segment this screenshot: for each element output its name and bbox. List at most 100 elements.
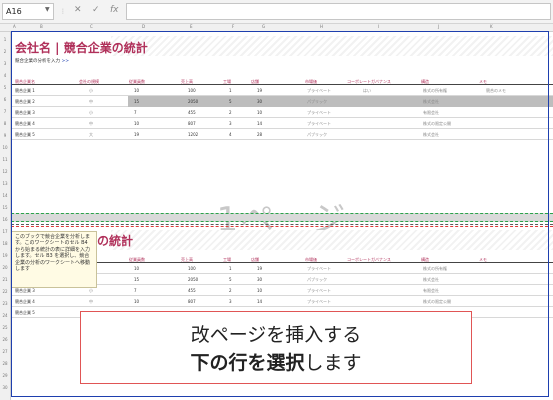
formula-input[interactable] (126, 3, 551, 20)
row-header[interactable]: 4 (0, 73, 10, 78)
table-cell[interactable]: 455 (188, 110, 196, 115)
table-cell[interactable]: 競合企業 2 (15, 99, 35, 105)
subnav-arrow[interactable]: >> (61, 59, 69, 64)
row-header[interactable]: 25 (0, 325, 10, 330)
row-header[interactable]: 14 (0, 193, 10, 198)
table-cell[interactable]: 中 (89, 121, 93, 127)
table-cell[interactable]: 19 (257, 88, 262, 93)
table-cell[interactable]: 3 (229, 121, 232, 126)
table-cell[interactable]: 小 (89, 88, 93, 94)
row-header[interactable]: 24 (0, 313, 10, 318)
page-title-fragment[interactable]: の統計 (97, 232, 133, 249)
row-header[interactable]: 7 (0, 109, 10, 114)
table-cell[interactable]: 10 (257, 288, 262, 293)
table-cell[interactable]: 807 (188, 121, 196, 126)
table-cell[interactable]: はい (363, 88, 371, 94)
table-cell[interactable]: 455 (188, 288, 196, 293)
page-title[interactable]: 会社名 | 競合企業の統計 (15, 39, 148, 56)
table-cell[interactable]: 15 (134, 99, 139, 104)
table-row[interactable]: 競合企業 1 小 10 100 1 19 プライベート はい 株式の所有権 競合… (11, 85, 553, 96)
table-cell[interactable]: 28 (257, 132, 262, 137)
row-header[interactable]: 22 (0, 289, 10, 294)
chevron-down-icon[interactable]: ▼ (45, 6, 50, 13)
table-cell[interactable]: 競合企業 5 (15, 132, 35, 138)
row-header[interactable]: 23 (0, 301, 10, 306)
cancel-icon[interactable]: ✕ (74, 5, 82, 15)
table-cell[interactable]: 株式の所有権 (423, 88, 447, 94)
table-cell[interactable]: 2 (229, 288, 232, 293)
row-header[interactable]: 17 (0, 229, 10, 234)
row-header[interactable]: 10 (0, 145, 10, 150)
table-cell[interactable]: 10 (134, 266, 139, 271)
row-header[interactable]: 19 (0, 253, 10, 258)
fx-icon[interactable]: fx (110, 5, 119, 15)
column-header[interactable]: K (490, 24, 493, 29)
table-cell[interactable]: 1 (229, 88, 232, 93)
table-cell[interactable]: 大 (89, 132, 93, 138)
row-header[interactable]: 28 (0, 361, 10, 366)
table-row[interactable]: 競合企業 3 小 7 455 2 10 プライベート 有限会社 (11, 107, 553, 118)
table-cell[interactable]: 有限会社 (423, 110, 439, 116)
row-header[interactable]: 15 (0, 205, 10, 210)
table-cell[interactable]: 競合企業 4 (15, 121, 35, 127)
column-header[interactable]: C (90, 24, 93, 29)
table-cell[interactable]: 競合企業 3 (15, 288, 35, 294)
table-cell[interactable]: 1 (229, 266, 232, 271)
table-cell[interactable]: 5 (229, 277, 232, 282)
row-header[interactable]: 16 (0, 217, 10, 222)
column-header[interactable]: A (13, 24, 16, 29)
column-header[interactable]: J (438, 24, 439, 29)
row-header[interactable]: 6 (0, 97, 10, 102)
row-header[interactable]: 1 (0, 37, 10, 42)
table-cell[interactable]: 株式会社 (423, 132, 439, 138)
table-cell[interactable]: 株式会社 (423, 99, 439, 105)
table-cell[interactable]: 10 (134, 88, 139, 93)
selected-row[interactable] (11, 213, 553, 222)
confirm-icon[interactable]: ✓ (92, 5, 100, 15)
table-row[interactable]: 競合企業 5 大 19 1202 4 28 パブリック 株式会社 (11, 129, 553, 140)
table-cell[interactable]: 2 (229, 110, 232, 115)
column-header[interactable]: H (320, 24, 323, 29)
row-header[interactable]: 27 (0, 349, 10, 354)
table-cell[interactable]: 株式会社 (423, 277, 439, 283)
row-header[interactable]: 20 (0, 265, 10, 270)
table-cell[interactable]: 2050 (188, 277, 198, 282)
table-cell[interactable]: 小 (89, 288, 93, 294)
row-header[interactable]: 12 (0, 169, 10, 174)
table-cell[interactable]: 7 (134, 288, 137, 293)
table-cell[interactable]: 807 (188, 299, 196, 304)
table-cell[interactable]: プライベート (307, 88, 331, 94)
table-cell[interactable]: 4 (229, 132, 232, 137)
table-cell[interactable]: 1202 (188, 132, 198, 137)
table-cell[interactable]: 競合企業 4 (15, 299, 35, 305)
table-cell[interactable]: プライベート (307, 266, 331, 272)
row-header[interactable]: 11 (0, 157, 10, 162)
table-cell[interactable]: 株式の限定公開 (423, 121, 451, 127)
table-cell[interactable]: 有限会社 (423, 288, 439, 294)
row-header[interactable]: 18 (0, 241, 10, 246)
table-row[interactable]: 競合企業 2 中 15 2050 5 30 パブリック 株式会社 (11, 96, 553, 107)
row-header[interactable]: 2 (0, 49, 10, 54)
table-cell[interactable]: パブリック (307, 132, 327, 138)
table-cell[interactable]: 2050 (188, 99, 198, 104)
table-cell[interactable]: 3 (229, 299, 232, 304)
table-cell[interactable]: 10 (134, 121, 139, 126)
row-header[interactable]: 9 (0, 133, 10, 138)
table-cell[interactable]: 競合企業 5 (15, 310, 35, 316)
table-cell[interactable]: 14 (257, 121, 262, 126)
table-cell[interactable]: 10 (134, 299, 139, 304)
table-cell[interactable]: パブリック (307, 99, 327, 105)
column-header[interactable]: D (142, 24, 145, 29)
subnav-link[interactable]: 競合企業の分析を入力 >> (15, 58, 69, 64)
table-cell[interactable]: プライベート (307, 121, 331, 127)
table-cell[interactable]: プライベート (307, 110, 331, 116)
table-cell[interactable]: 19 (134, 132, 139, 137)
row-header[interactable]: 29 (0, 373, 10, 378)
table-row[interactable]: 競合企業 4 中 10 807 3 14 プライベート 株式の限定公開 (11, 118, 553, 129)
row-header[interactable]: 30 (0, 385, 10, 390)
table-cell[interactable]: 15 (134, 277, 139, 282)
column-header[interactable]: B (40, 24, 43, 29)
table-cell[interactable]: 100 (188, 266, 196, 271)
table-cell[interactable]: 10 (257, 110, 262, 115)
table-cell[interactable]: 14 (257, 299, 262, 304)
